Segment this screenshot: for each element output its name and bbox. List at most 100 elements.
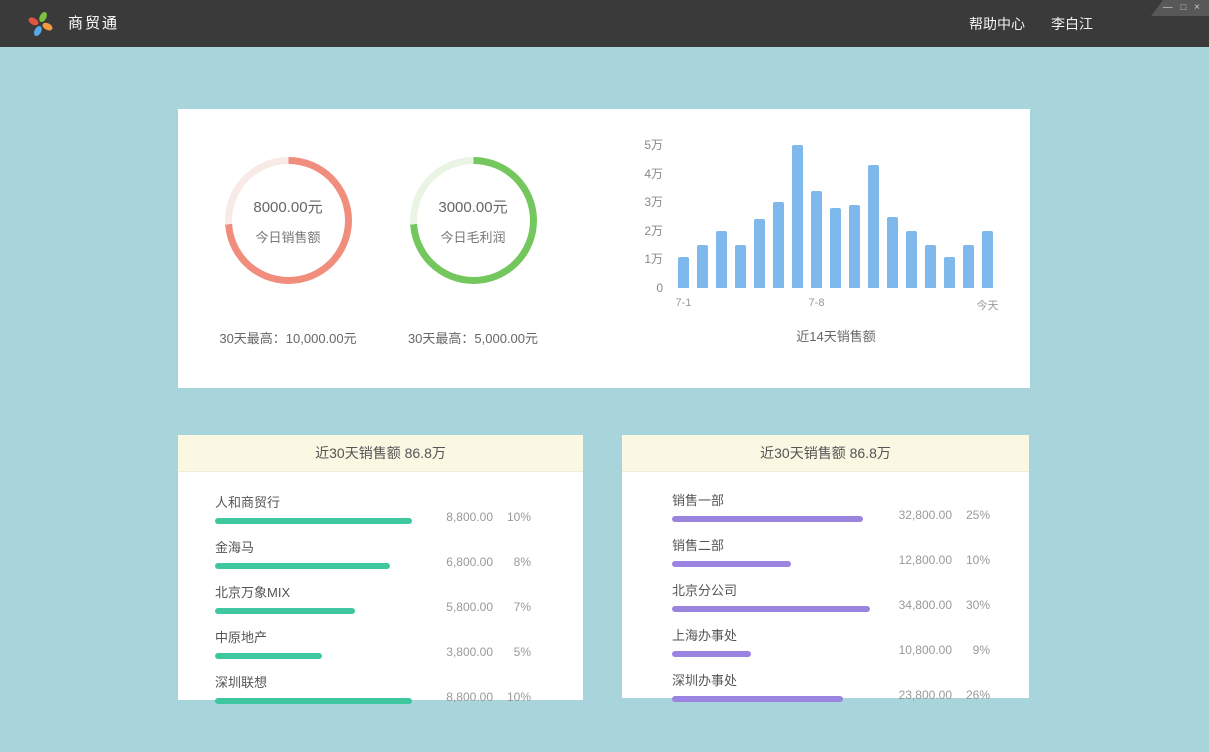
overview-card: 8000.00元 今日销售额 30天最高：10,000.00元 3000.00元… <box>178 109 1030 388</box>
help-center-link[interactable]: 帮助中心 <box>969 14 1025 34</box>
rank-row-amount: 10,800.00 <box>880 643 952 657</box>
rank-row-label: 金海马 <box>215 537 390 556</box>
today-sales-gauge: 8000.00元 今日销售额 30天最高：10,000.00元 <box>203 157 373 347</box>
chart-y-axis: 5万4万3万2万1万0 <box>623 145 663 288</box>
department-rank-header: 近30天销售额 86.8万 <box>622 435 1029 472</box>
sales-bar <box>849 205 860 288</box>
rank-row-label: 销售二部 <box>672 535 791 554</box>
rank-row-bar <box>672 696 843 702</box>
rank-row-amount: 5,800.00 <box>421 600 493 614</box>
rank-row-bar <box>672 651 751 657</box>
rank-row-bar <box>672 561 791 567</box>
y-tick-label: 1万 <box>644 253 663 266</box>
rank-row-bar <box>215 698 412 704</box>
rank-row-percent: 9% <box>952 643 990 657</box>
rank-row: 北京万象MIX5,800.007% <box>215 582 531 614</box>
chart-caption: 近14天销售额 <box>678 326 994 345</box>
today-sales-ring: 8000.00元 今日销售额 <box>225 157 352 284</box>
close-button[interactable]: × <box>1194 3 1200 13</box>
rank-row-percent: 7% <box>493 600 531 614</box>
y-tick-label: 5万 <box>644 139 663 152</box>
user-name-link[interactable]: 李白江 <box>1051 14 1093 34</box>
sales-bar <box>868 165 879 288</box>
y-tick-label: 2万 <box>644 225 663 238</box>
x-tick-label: 今天 <box>977 297 999 313</box>
today-profit-gauge: 3000.00元 今日毛利润 30天最高：5,000.00元 <box>388 157 558 347</box>
y-tick-label: 3万 <box>644 196 663 209</box>
rank-row-amount: 8,800.00 <box>421 690 493 704</box>
sales-bar <box>811 191 822 288</box>
sales-bar <box>944 257 955 288</box>
rank-row-percent: 26% <box>952 688 990 702</box>
sales-bar <box>830 208 841 288</box>
today-sales-value: 8000.00元 <box>253 196 322 217</box>
dashboard-content: 8000.00元 今日销售额 30天最高：10,000.00元 3000.00元… <box>0 47 1209 752</box>
app-title: 商贸通 <box>68 0 119 47</box>
rank-row-amount: 23,800.00 <box>880 688 952 702</box>
window-controls: — □ × <box>1151 0 1209 16</box>
rank-row: 销售二部 12,800.0010% <box>672 535 990 567</box>
rank-row-amount: 32,800.00 <box>880 508 952 522</box>
rank-row-bar <box>672 606 870 612</box>
rank-row-percent: 8% <box>493 555 531 569</box>
rank-row-amount: 34,800.00 <box>880 598 952 612</box>
sales-bar <box>754 219 765 288</box>
rank-row-label: 上海办事处 <box>672 625 751 644</box>
rank-row-bar <box>215 563 390 569</box>
rank-row-bar <box>215 518 412 524</box>
today-profit-ring: 3000.00元 今日毛利润 <box>410 157 537 284</box>
rank-row: 金海马 6,800.008% <box>215 537 531 569</box>
rank-row-label: 深圳联想 <box>215 672 412 691</box>
topbar-links: 帮助中心 李白江 <box>969 0 1093 47</box>
rank-row-label: 北京分公司 <box>672 580 870 599</box>
sales-bar <box>792 145 803 288</box>
today-profit-label: 今日毛利润 <box>440 227 505 246</box>
rank-row-percent: 10% <box>493 510 531 524</box>
today-profit-value: 3000.00元 <box>438 196 507 217</box>
rank-row: 深圳办事处 23,800.0026% <box>672 670 990 702</box>
rank-row-bar <box>215 608 355 614</box>
customer-rank-header: 近30天销售额 86.8万 <box>178 435 583 472</box>
rank-row-bar <box>215 653 322 659</box>
sales-bar-chart: 5万4万3万2万1万0 7-17-8今天 近14天销售额 <box>623 145 994 345</box>
sales-bar <box>887 217 898 289</box>
sales-bar <box>963 245 974 288</box>
rank-row-percent: 10% <box>952 553 990 567</box>
rank-row-amount: 6,800.00 <box>421 555 493 569</box>
x-tick-label: 7-8 <box>809 297 825 309</box>
minimize-button[interactable]: — <box>1163 3 1173 13</box>
app-window: 商贸通 帮助中心 李白江 — □ × 8000.00元 今日销售额 30天最高：… <box>0 0 1209 752</box>
y-tick-label: 0 <box>656 282 663 295</box>
app-logo-icon <box>27 10 54 37</box>
department-rank-list: 销售一部32,800.0025%销售二部12,800.0010%北京分公司34,… <box>622 472 1029 702</box>
rank-row: 人和商贸行8,800.0010% <box>215 492 531 524</box>
sales-bar <box>678 257 689 288</box>
rank-row-percent: 30% <box>952 598 990 612</box>
sales-bar <box>906 231 917 288</box>
customer-rank-list: 人和商贸行8,800.0010% 金海马 6,800.008% 北京万象MIX5,80… <box>178 472 583 704</box>
rank-row-bar <box>672 516 863 522</box>
today-profit-max: 30天最高：5,000.00元 <box>388 328 558 347</box>
y-tick-label: 4万 <box>644 168 663 181</box>
rank-row: 上海办事处 10,800.009% <box>672 625 990 657</box>
rank-row-label: 中原地产 <box>215 627 322 646</box>
sales-bar <box>982 231 993 288</box>
sales-bar <box>735 245 746 288</box>
maximize-button[interactable]: □ <box>1181 3 1186 12</box>
rank-row: 北京分公司 34,800.0030% <box>672 580 990 612</box>
rank-row: 深圳联想8,800.0010% <box>215 672 531 704</box>
chart-bars <box>678 145 994 288</box>
sales-bar <box>925 245 936 288</box>
x-tick-label: 7-1 <box>676 297 692 309</box>
department-rank-card: 近30天销售额 86.8万 销售一部32,800.0025%销售二部12,800… <box>622 435 1029 698</box>
rank-row-label: 深圳办事处 <box>672 670 843 689</box>
sales-bar <box>716 231 727 288</box>
rank-row-label: 销售一部 <box>672 490 863 509</box>
rank-row-amount: 12,800.00 <box>880 553 952 567</box>
today-sales-max: 30天最高：10,000.00元 <box>203 328 373 347</box>
rank-row: 中原地产3,800.005% <box>215 627 531 659</box>
title-bar: 商贸通 帮助中心 李白江 — □ × <box>0 0 1209 47</box>
sales-bar <box>697 245 708 288</box>
today-sales-label: 今日销售额 <box>255 227 320 246</box>
chart-x-axis: 7-17-8今天 <box>678 297 994 311</box>
